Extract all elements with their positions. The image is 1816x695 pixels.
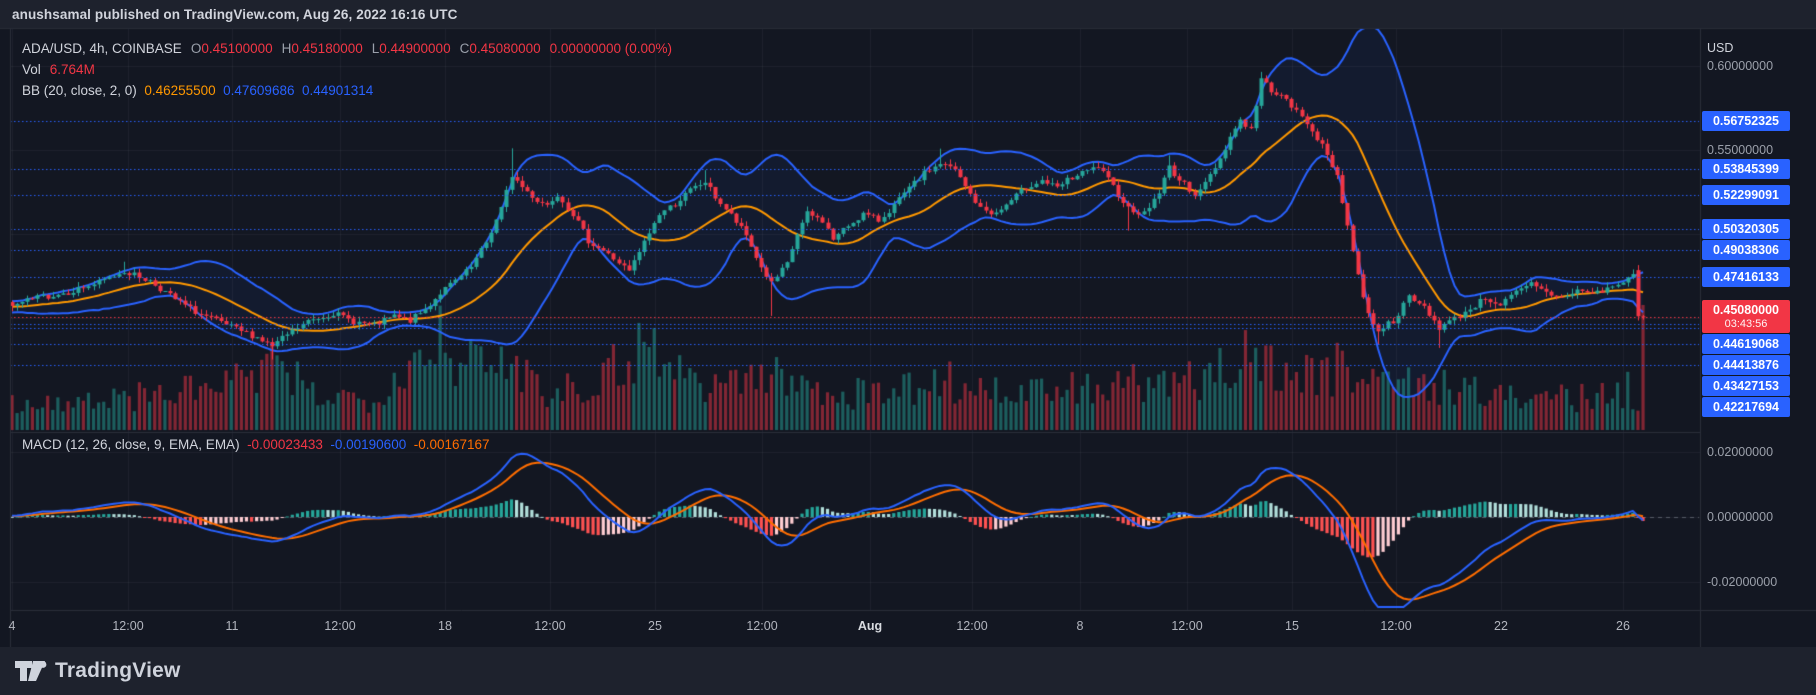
legend-volume-row: Vol 6.764M (22, 62, 672, 77)
tradingview-logo[interactable]: TradingView (13, 656, 181, 686)
time-axis-label: 12:00 (746, 619, 778, 633)
ohlc-values: O0.45100000 H0.45180000 L0.44900000 C0.4508… (182, 41, 541, 56)
volume-label: Vol (22, 62, 41, 77)
price-chart-canvas[interactable] (0, 0, 1816, 695)
ohlc-value: 0.44900000 (379, 41, 451, 56)
macd-label: MACD (12, 26, close, 9, EMA, EMA) (22, 437, 240, 452)
time-axis-label: 12:00 (112, 619, 144, 633)
ohlc-value: 0.45180000 (291, 41, 363, 56)
tradingview-logo-icon (15, 661, 47, 681)
tradingview-wordmark: TradingView (55, 659, 181, 682)
time-axis-label: 12:00 (534, 619, 566, 633)
ohlc-value: 0.45080000 (469, 41, 541, 56)
time-axis-label: 26 (1616, 619, 1630, 633)
bb-label: BB (20, close, 2, 0) (22, 83, 137, 98)
tradingview-snapshot-page: anushsamal published on TradingView.com,… (0, 0, 1816, 695)
time-axis-label: 11 (225, 619, 239, 633)
time-axis-label: 22 (1494, 619, 1508, 633)
bottom-brand-bar: TradingView (0, 647, 1816, 695)
time-axis-label: 12:00 (1380, 619, 1412, 633)
macd-value: -0.00190600 (322, 437, 407, 452)
time-axis-label: 25 (648, 619, 662, 633)
macd-value: -0.00167167 (406, 437, 490, 452)
bb-value: 0.47609686 (215, 83, 295, 98)
legend-symbol-row: ADA/USD, 4h, COINBASE O0.45100000 H0.4518… (22, 41, 672, 56)
time-axis-label: 4 (8, 619, 16, 633)
time-axis-label: Aug (857, 619, 883, 633)
volume-value: 6.764M (49, 62, 95, 77)
legend-bb-row: BB (20, close, 2, 0) 0.46255500 0.476096… (22, 83, 672, 98)
time-axis-label: 18 (438, 619, 452, 633)
ohlc-value: 0.45100000 (201, 41, 273, 56)
bb-values: 0.46255500 0.47609686 0.44901314 (137, 83, 373, 98)
time-axis-label: 12:00 (956, 619, 988, 633)
ohlc-key: O (190, 41, 202, 56)
symbol-title: ADA/USD, 4h, COINBASE (22, 41, 182, 56)
change-value: 0.00000000 (0.00%) (549, 41, 672, 56)
time-axis-label: 15 (1285, 619, 1299, 633)
macd-values: -0.00023433 -0.00190600 -0.00167167 (239, 437, 490, 452)
time-axis-label: 12:00 (1171, 619, 1203, 633)
chart-legend: ADA/USD, 4h, COINBASE O0.45100000 H0.4518… (22, 41, 672, 98)
bb-value: 0.46255500 (136, 83, 216, 98)
time-axis-label: 12:00 (324, 619, 356, 633)
bb-value: 0.44901314 (294, 83, 374, 98)
ohlc-key: H (281, 41, 292, 56)
macd-legend-row: MACD (12, 26, close, 9, EMA, EMA) -0.000… (22, 437, 490, 452)
time-axis-label: 8 (1076, 619, 1084, 633)
ohlc-key: C (459, 41, 470, 56)
macd-value: -0.00023433 (239, 437, 323, 452)
